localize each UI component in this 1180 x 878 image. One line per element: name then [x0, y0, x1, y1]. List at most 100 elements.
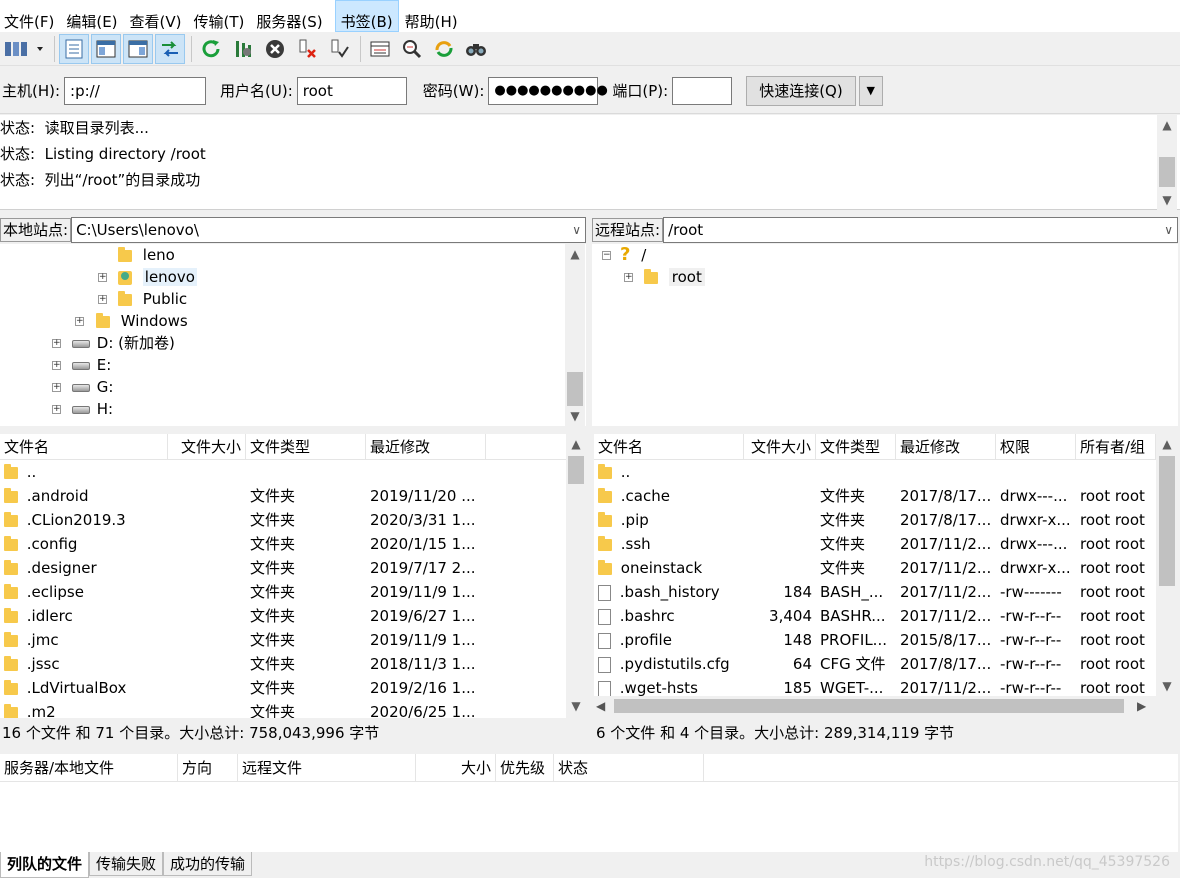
table-row[interactable]: .profile 148 PROFIL... 2015/8/17... -rw-r--r…	[594, 628, 1156, 652]
table-row[interactable]: .bash_history 184 BASH_... 2017/11/2... -rw-…	[594, 580, 1156, 604]
remote-tree-icon[interactable]	[123, 33, 153, 64]
refresh-icon[interactable]	[196, 34, 226, 64]
remote-path-combo[interactable]: /root ∨	[663, 217, 1178, 243]
chevron-down-icon[interactable]: ∨	[1164, 218, 1173, 242]
scroll-left-icon[interactable]: ◀	[596, 696, 612, 716]
col-priority[interactable]: 优先级	[496, 754, 554, 782]
scroll-thumb[interactable]	[1159, 157, 1175, 187]
tab-successful-transfers[interactable]: 成功的传输	[163, 852, 253, 876]
scroll-thumb[interactable]	[1159, 456, 1175, 586]
local-tree-icon[interactable]	[91, 33, 121, 64]
tree-item[interactable]: ? /	[620, 244, 646, 266]
reconnect-icon[interactable]	[324, 34, 354, 64]
col-status[interactable]: 状态	[554, 754, 704, 782]
local-tree-scrollbar[interactable]: ▲ ▼	[565, 244, 585, 426]
table-row[interactable]: .pydistutils.cfg 64 CFG 文件 2017/8/17... -rw-…	[594, 652, 1156, 676]
username-input[interactable]: root	[296, 76, 407, 105]
table-row[interactable]: .designer 文件夹 2019/7/17 2...	[0, 556, 486, 580]
expand-icon[interactable]: +	[52, 361, 61, 370]
chevron-down-icon[interactable]: ∨	[572, 218, 581, 242]
table-row[interactable]: .pip 文件夹 2017/8/17... drwxr-x... root root	[594, 508, 1156, 532]
transfer-queue-icon[interactable]	[155, 33, 185, 64]
table-row[interactable]: .idlerc 文件夹 2019/6/27 1...	[0, 604, 486, 628]
process-queue-icon[interactable]	[228, 34, 258, 64]
table-row[interactable]: .CLion2019.3 文件夹 2020/3/31 1...	[0, 508, 486, 532]
menu-bookmarks[interactable]: 书签(B)	[334, 0, 399, 32]
message-log-icon[interactable]	[59, 33, 89, 64]
remote-hscrollbar[interactable]: ◀ ▶	[594, 696, 1156, 716]
scroll-down-icon[interactable]: ▼	[566, 696, 586, 716]
scroll-up-icon[interactable]: ▲	[565, 244, 585, 264]
vertical-splitter[interactable]	[586, 216, 592, 746]
table-row[interactable]: .android 文件夹 2019/11/20 ...	[0, 484, 486, 508]
col-modified[interactable]: 最近修改	[896, 434, 996, 460]
col-filesize[interactable]: 文件大小	[168, 434, 246, 460]
expand-icon[interactable]: +	[52, 405, 61, 414]
col-filename[interactable]: 文件名	[594, 434, 744, 460]
tree-item[interactable]: leno	[118, 244, 175, 266]
table-row[interactable]: .ssh 文件夹 2017/11/2... drwx---... root root	[594, 532, 1156, 556]
menu-file[interactable]: 文件(F)	[4, 0, 60, 32]
tree-item[interactable]: E:	[72, 354, 111, 376]
log-scrollbar[interactable]: ▲ ▼	[1157, 115, 1177, 210]
col-filetype[interactable]: 文件类型	[246, 434, 366, 460]
expand-icon[interactable]: +	[52, 383, 61, 392]
tab-queued-files[interactable]: 列队的文件	[0, 852, 90, 878]
sync-browse-icon[interactable]	[429, 34, 459, 64]
scroll-down-icon[interactable]: ▼	[1157, 190, 1177, 210]
scroll-thumb[interactable]	[567, 372, 583, 406]
site-manager-icon[interactable]	[2, 34, 48, 64]
expand-icon[interactable]: +	[75, 317, 84, 326]
scroll-up-icon[interactable]: ▲	[566, 434, 586, 454]
tree-item[interactable]: H:	[72, 398, 113, 420]
table-row[interactable]: ..	[0, 460, 486, 484]
host-input[interactable]: :p://	[64, 76, 207, 105]
tree-item[interactable]: lenovo	[118, 266, 197, 288]
scroll-up-icon[interactable]: ▲	[1157, 434, 1177, 454]
table-row[interactable]: .jmc 文件夹 2019/11/9 1...	[0, 628, 486, 652]
col-owner[interactable]: 所有者/组	[1076, 434, 1156, 460]
tree-item[interactable]: root	[644, 266, 705, 288]
password-input[interactable]: ●●●●●●●●●●	[488, 76, 608, 105]
col-size[interactable]: 大小	[416, 754, 496, 782]
scroll-down-icon[interactable]: ▼	[565, 406, 585, 426]
tab-failed-transfers[interactable]: 传输失败	[89, 852, 164, 876]
col-permissions[interactable]: 权限	[996, 434, 1076, 460]
scroll-down-icon[interactable]: ▼	[1157, 676, 1177, 696]
col-server-local-file[interactable]: 服务器/本地文件	[0, 754, 178, 782]
table-row[interactable]: .eclipse 文件夹 2019/11/9 1...	[0, 580, 486, 604]
quickconnect-dropdown-button[interactable]: ▼	[858, 75, 883, 106]
search-icon[interactable]	[461, 34, 491, 64]
tree-item[interactable]: D: (新加卷)	[72, 332, 175, 354]
collapse-icon[interactable]: −	[602, 251, 611, 260]
scroll-thumb[interactable]	[614, 699, 1124, 713]
col-filesize[interactable]: 文件大小	[744, 434, 816, 460]
compare-icon[interactable]	[397, 34, 427, 64]
tree-item[interactable]: Public	[118, 288, 187, 310]
menu-view[interactable]: 查看(V)	[130, 0, 188, 32]
table-row[interactable]: .cache 文件夹 2017/8/17... drwx---... root root	[594, 484, 1156, 508]
table-row[interactable]: .m2 文件夹 2020/6/25 1...	[0, 700, 486, 718]
table-row[interactable]: .wget-hsts 185 WGET-... 2017/11/2... -rw-r--…	[594, 676, 1156, 696]
scroll-right-icon[interactable]: ▶	[1137, 696, 1153, 716]
menu-server[interactable]: 服务器(S)	[256, 0, 328, 32]
col-filename[interactable]: 文件名	[0, 434, 168, 460]
filter-icon[interactable]	[365, 34, 395, 64]
table-row[interactable]: .config 文件夹 2020/1/15 1...	[0, 532, 486, 556]
table-row[interactable]: ..	[594, 460, 1156, 484]
table-row[interactable]: .jssc 文件夹 2018/11/3 1...	[0, 652, 486, 676]
expand-icon[interactable]: +	[98, 273, 107, 282]
col-modified[interactable]: 最近修改	[366, 434, 486, 460]
menu-edit[interactable]: 编辑(E)	[66, 0, 123, 32]
tree-item[interactable]: G:	[72, 376, 113, 398]
table-row[interactable]: oneinstack 文件夹 2017/11/2... drwxr-x... root …	[594, 556, 1156, 580]
tree-item[interactable]: Windows	[96, 310, 188, 332]
col-filetype[interactable]: 文件类型	[816, 434, 896, 460]
port-input[interactable]	[672, 76, 733, 105]
expand-icon[interactable]: +	[98, 295, 107, 304]
disconnect-icon[interactable]	[292, 34, 322, 64]
col-direction[interactable]: 方向	[178, 754, 238, 782]
local-path-combo[interactable]: C:\Users\lenovo\ ∨	[71, 217, 586, 243]
menu-transfer[interactable]: 传输(T)	[194, 0, 251, 32]
quickconnect-button[interactable]: 快速连接(Q)	[746, 75, 856, 106]
